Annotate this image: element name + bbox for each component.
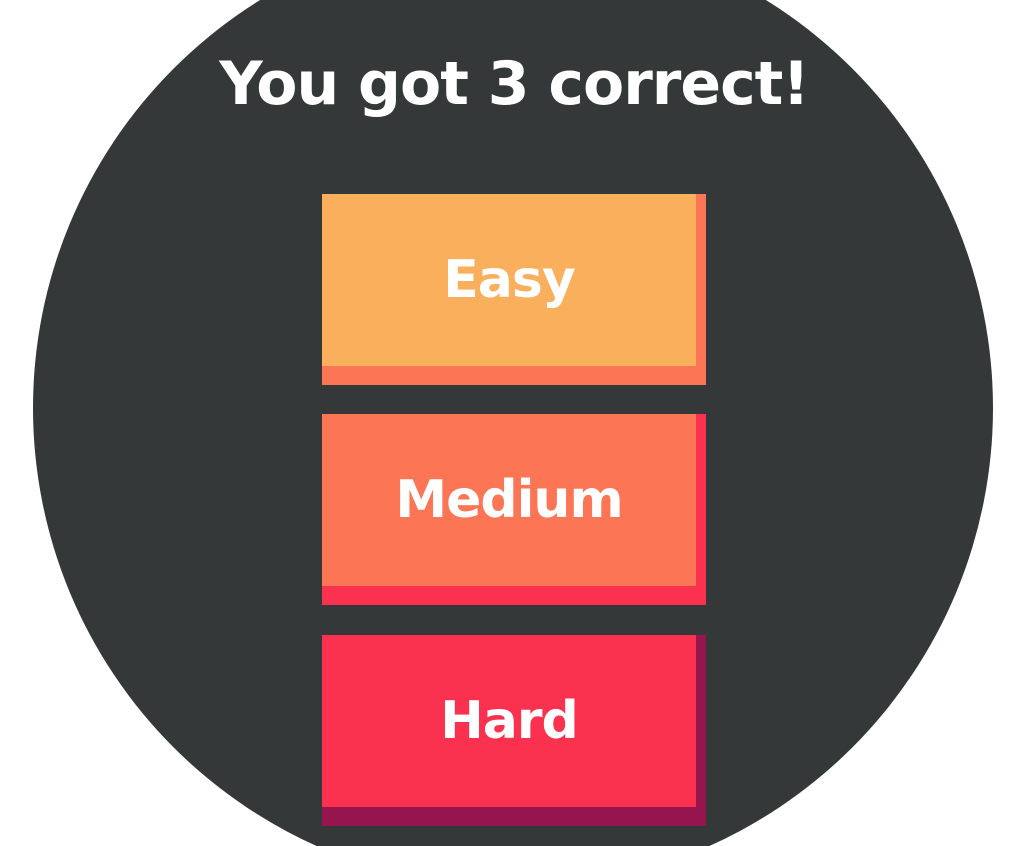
result-title: You got 3 correct! [219,49,809,119]
easy-button-label: Easy [443,250,575,310]
medium-button[interactable]: Medium [322,414,706,605]
easy-button-shadow-right [696,194,706,385]
hard-button-shadow-right [696,635,706,826]
easy-button[interactable]: Easy [322,194,706,385]
easy-button-shadow-bottom [322,366,706,385]
medium-button-label: Medium [395,470,623,530]
hard-button[interactable]: Hard [322,635,706,826]
hard-button-label: Hard [440,691,578,751]
medium-button-shadow-bottom [322,586,706,605]
medium-button-shadow-right [696,414,706,605]
hard-button-shadow-bottom [322,807,706,826]
game-screen: You got 3 correct! Easy Medium Hard [0,0,1028,846]
